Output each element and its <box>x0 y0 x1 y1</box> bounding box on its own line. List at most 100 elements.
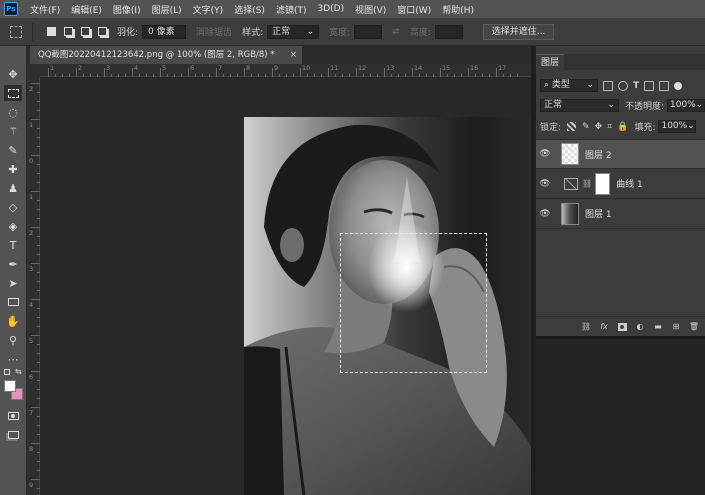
ruler-label: 15 <box>442 64 451 72</box>
link-layers-icon[interactable]: ⛓ <box>581 322 591 331</box>
new-group-icon[interactable]: ▬ <box>653 322 663 331</box>
ruler-label: 2 <box>78 64 83 72</box>
feather-input[interactable]: 0 像素 <box>142 24 187 39</box>
foreground-color-swatch[interactable] <box>4 380 16 392</box>
menu-3d[interactable]: 3D(D) <box>317 4 344 14</box>
swap-colors-icon[interactable]: ⇆ <box>15 367 22 376</box>
default-colors-icon[interactable] <box>4 369 10 375</box>
rectangle-tool-icon[interactable] <box>4 294 22 310</box>
visibility-eye-icon[interactable]: 👁 <box>539 209 551 219</box>
ruler-tick <box>104 68 105 77</box>
new-selection-icon[interactable] <box>47 27 56 36</box>
empty-panel-area <box>536 336 705 495</box>
new-adjustment-layer-icon[interactable]: ◐ <box>635 322 645 331</box>
lasso-tool-icon[interactable]: ◌ <box>4 104 22 120</box>
menu-file[interactable]: 文件(F) <box>30 3 60 16</box>
filter-shape-icon[interactable] <box>644 80 655 91</box>
height-input[interactable] <box>434 24 463 39</box>
filter-kind-select[interactable]: ⌕ 类型 ⌄ <box>540 79 598 92</box>
ruler-tick <box>31 299 40 300</box>
ruler-label: 10 <box>302 64 311 72</box>
intersect-selection-icon[interactable] <box>98 27 107 36</box>
visibility-eye-icon[interactable]: 👁 <box>539 179 551 189</box>
blend-mode-select[interactable]: 正常 ⌄ <box>540 99 619 112</box>
add-mask-icon[interactable] <box>617 322 627 331</box>
layer-filter-row: ⌕ 类型 ⌄ T <box>536 79 705 92</box>
lock-transparent-icon[interactable] <box>567 122 577 131</box>
eraser-tool-icon[interactable]: ◇ <box>4 199 22 215</box>
filter-adjustment-icon[interactable] <box>618 80 628 91</box>
filter-smart-object-icon[interactable] <box>659 80 670 91</box>
fx-icon[interactable]: fx <box>599 322 609 331</box>
filter-toggle-icon[interactable] <box>674 81 683 90</box>
move-tool-icon[interactable]: ✥ <box>4 66 22 82</box>
path-selection-tool-icon[interactable]: ➤ <box>4 275 22 291</box>
ruler-tick <box>188 68 189 77</box>
ruler-label: 8 <box>29 445 34 453</box>
subtract-selection-icon[interactable] <box>81 27 90 36</box>
lock-artboard-icon[interactable]: ⌗ <box>607 122 612 132</box>
layer-row[interactable]: 👁 图层 2 <box>536 139 705 169</box>
menu-image[interactable]: 图像(I) <box>113 3 141 16</box>
layer-row[interactable]: 👁 ⛓ 曲线 1 <box>536 169 705 199</box>
ruler-label: 7 <box>218 64 223 72</box>
menu-window[interactable]: 窗口(W) <box>397 3 431 16</box>
menu-help[interactable]: 帮助(H) <box>442 3 474 16</box>
zoom-tool-icon[interactable]: ⚲ <box>4 332 22 348</box>
menu-type[interactable]: 文字(Y) <box>193 3 224 16</box>
menu-select[interactable]: 选择(S) <box>234 3 265 16</box>
link-chain-icon[interactable]: ⛓ <box>582 179 592 188</box>
filter-type-icon[interactable]: T <box>633 81 639 91</box>
ruler-label: 12 <box>358 64 367 72</box>
gradient-tool-icon[interactable]: ◈ <box>4 218 22 234</box>
layer-row[interactable]: 👁 图层 1 <box>536 199 705 229</box>
delete-layer-icon[interactable]: 🗑 <box>689 322 699 331</box>
lock-position-icon[interactable]: ✥ <box>595 122 603 132</box>
type-tool-icon[interactable]: T <box>4 237 22 253</box>
fill-input[interactable]: 100% ⌄ <box>658 120 697 133</box>
eyedropper-tool-icon[interactable]: ✎ <box>4 142 22 158</box>
magic-wand-tool-icon[interactable]: ⚚ <box>4 123 22 139</box>
select-and-mask-button[interactable]: 选择并遮住... <box>482 23 555 40</box>
hand-tool-icon[interactable]: ✋ <box>4 313 22 329</box>
filter-pixel-icon[interactable] <box>603 80 613 91</box>
add-selection-icon[interactable] <box>64 27 73 36</box>
style-select[interactable]: 正常 ⌄ <box>267 24 320 39</box>
selection-marquee[interactable] <box>340 233 487 373</box>
ruler-tick <box>132 68 133 77</box>
layer-name[interactable]: 图层 1 <box>585 207 612 220</box>
menu-layer[interactable]: 图层(L) <box>152 3 182 16</box>
marquee-preset-icon[interactable] <box>10 25 22 38</box>
pen-tool-icon[interactable]: ✒ <box>4 256 22 272</box>
layer-name[interactable]: 曲线 1 <box>616 177 643 190</box>
visibility-eye-icon[interactable]: 👁 <box>539 149 551 159</box>
layers-tab[interactable]: 图层 <box>536 54 565 70</box>
rectangular-marquee-tool-icon[interactable] <box>4 85 22 101</box>
lock-image-icon[interactable]: ✎ <box>582 122 590 132</box>
opacity-input[interactable]: 100% ⌄ <box>667 99 705 112</box>
screen-mode-icon[interactable] <box>4 427 22 443</box>
opacity-label: 不透明度: <box>624 102 664 112</box>
menu-edit[interactable]: 编辑(E) <box>71 3 102 16</box>
antialias-checkbox[interactable]: 消除锯齿 <box>196 25 232 38</box>
healing-brush-tool-icon[interactable]: ✚ <box>4 161 22 177</box>
quick-mask-icon[interactable] <box>4 408 22 424</box>
lock-all-icon[interactable]: 🔒 <box>617 122 628 132</box>
close-icon[interactable]: × <box>290 46 297 64</box>
menu-filter[interactable]: 滤镜(T) <box>276 3 307 16</box>
stamp-tool-icon[interactable]: ♟ <box>4 180 22 196</box>
menu-view[interactable]: 视图(V) <box>355 3 386 16</box>
chevron-down-icon: ⌄ <box>607 100 615 110</box>
swap-dimensions-icon[interactable]: ⇄ <box>392 27 400 37</box>
chevron-down-icon: ⌄ <box>306 26 315 37</box>
document-tab[interactable]: QQ截图20220412123642.png @ 100% (图层 2, RGB… <box>30 46 302 64</box>
layer-mask-thumbnail[interactable] <box>595 172 611 195</box>
layer-name[interactable]: 图层 2 <box>585 148 612 161</box>
new-layer-icon[interactable]: ⊞ <box>671 322 681 331</box>
ruler-tick <box>31 407 40 408</box>
width-input[interactable] <box>354 24 383 39</box>
search-icon: ⌕ <box>544 80 552 90</box>
canvas-area[interactable] <box>40 77 531 495</box>
ruler-tick <box>31 479 40 480</box>
more-tools-icon[interactable]: ⋯ <box>4 351 22 367</box>
